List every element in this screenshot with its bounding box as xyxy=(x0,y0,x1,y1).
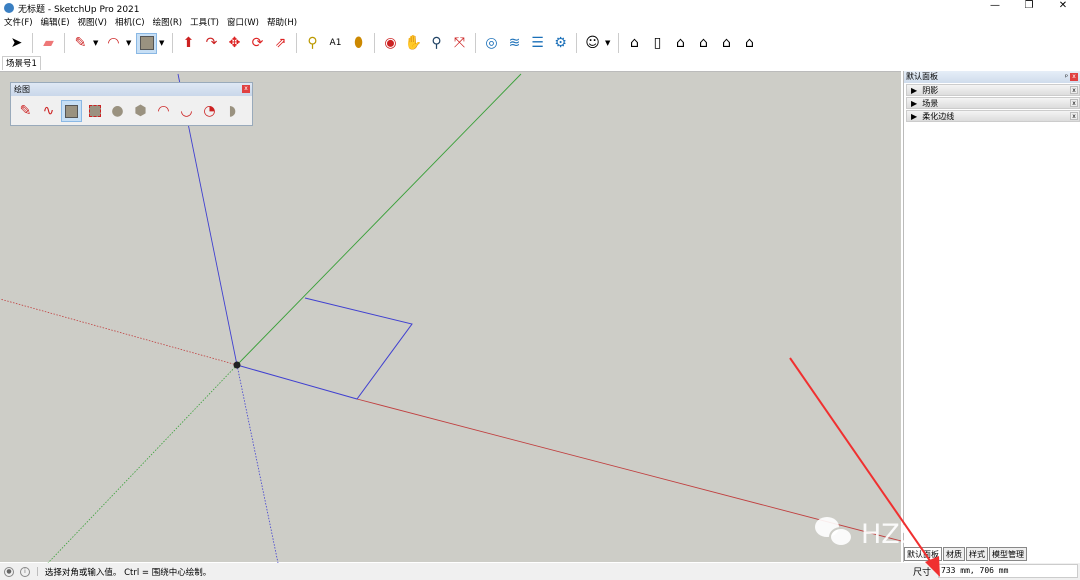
menu-window[interactable]: 窗口(W) xyxy=(227,16,259,30)
push-pull-icon[interactable]: ⬆ xyxy=(178,33,199,54)
scene-tab[interactable]: 场景号1 xyxy=(2,56,41,70)
rectangle-preview xyxy=(236,297,413,400)
title-bar: 无标题 - SketchUp Pro 2021 — ❐ ✕ xyxy=(0,0,1080,16)
menu-bar: 文件(F) 编辑(E) 视图(V) 相机(C) 绘图(R) 工具(T) 窗口(W… xyxy=(0,16,297,30)
polygon-icon[interactable]: ⬢ xyxy=(130,100,151,122)
rotated-rectangle-icon[interactable] xyxy=(84,100,105,122)
chevron-down-icon[interactable]: ▼ xyxy=(605,39,613,47)
measurements-input[interactable]: 733 mm, 706 mm xyxy=(938,564,1078,578)
close-icon[interactable]: x xyxy=(1070,86,1078,94)
pencil-icon[interactable]: ✎ xyxy=(70,33,91,54)
arc-icon[interactable]: ◠ xyxy=(103,33,124,54)
front-view-icon[interactable]: ⌂ xyxy=(670,33,691,54)
origin-point xyxy=(233,361,241,369)
blue-axis-negative xyxy=(236,364,279,563)
window-title: 无标题 - SketchUp Pro 2021 xyxy=(18,4,140,15)
section-label: 阴影 xyxy=(922,86,939,95)
two-point-arc-icon[interactable]: ◡ xyxy=(176,100,197,122)
right-view-icon[interactable]: ⌂ xyxy=(693,33,714,54)
chevron-down-icon[interactable]: ▼ xyxy=(126,39,134,47)
watermark-text: HZS设计研究所 xyxy=(861,519,1052,550)
menu-draw[interactable]: 绘图(R) xyxy=(153,16,183,30)
arc-icon[interactable]: ◠ xyxy=(153,100,174,122)
geo-location-icon[interactable]: ● xyxy=(4,566,14,577)
modeling-viewport[interactable] xyxy=(0,71,901,563)
sketchup-logo-icon xyxy=(4,3,14,13)
pencil-icon[interactable]: ✎ xyxy=(15,100,36,122)
user-account-icon[interactable]: ☺ xyxy=(582,33,603,54)
drawing-toolbar-panel: 绘图 x ✎ ∿ ● ⬢ ◠ ◡ ◔ ◗ xyxy=(10,82,253,126)
paint-bucket-icon[interactable]: ⬮ xyxy=(348,33,369,54)
3d-warehouse-icon[interactable]: ◎ xyxy=(481,33,502,54)
pin-icon[interactable]: ᵖ xyxy=(1065,71,1068,83)
back-view-icon[interactable]: ⌂ xyxy=(716,33,737,54)
wechat-icon xyxy=(815,516,855,547)
eraser-icon[interactable]: ▰ xyxy=(38,33,59,54)
three-point-arc-icon[interactable]: ◔ xyxy=(199,100,220,122)
follow-me-icon[interactable]: ↷ xyxy=(201,33,222,54)
tape-measure-icon[interactable]: ⚲ xyxy=(302,33,323,54)
minimize-button[interactable]: — xyxy=(978,0,1012,11)
layout-icon[interactable]: ☰ xyxy=(527,33,548,54)
rotate-icon[interactable]: ⟳ xyxy=(247,33,268,54)
info-icon[interactable]: i xyxy=(20,566,30,577)
zoom-extents-icon[interactable]: ⤧ xyxy=(449,33,470,54)
close-icon[interactable]: x xyxy=(1070,73,1078,81)
close-icon[interactable]: x xyxy=(1070,99,1078,107)
pan-icon[interactable]: ✋ xyxy=(403,33,424,54)
menu-view[interactable]: 视图(V) xyxy=(78,16,107,30)
move-icon[interactable]: ✥ xyxy=(224,33,245,54)
menu-camera[interactable]: 相机(C) xyxy=(115,16,145,30)
axes-drawing xyxy=(0,73,901,563)
iso-view-icon[interactable]: ⌂ xyxy=(624,33,645,54)
left-view-icon[interactable]: ⌂ xyxy=(739,33,760,54)
panel-title: 绘图 xyxy=(14,85,30,94)
main-toolbar: ➤ ▰ ✎ ▼ ◠ ▼ ▼ ⬆ ↷ ✥ ⟳ ⇗ ⚲ A1 ⬮ ◉ ✋ ⚲ ⤧ ◎ ≋… xyxy=(0,30,1080,56)
menu-edit[interactable]: 编辑(E) xyxy=(41,16,70,30)
tray-section-soften-edges[interactable]: ▶ 柔化边线 x xyxy=(906,110,1080,122)
extension-warehouse-icon[interactable]: ≋ xyxy=(504,33,525,54)
orbit-icon[interactable]: ◉ xyxy=(380,33,401,54)
chevron-down-icon[interactable]: ▼ xyxy=(159,39,167,47)
menu-tools[interactable]: 工具(T) xyxy=(190,16,219,30)
close-button[interactable]: ✕ xyxy=(1046,0,1080,11)
scale-icon[interactable]: ⇗ xyxy=(270,33,291,54)
pie-icon[interactable]: ◗ xyxy=(222,100,243,122)
tray-title: 默认面板 xyxy=(906,72,938,81)
extension-manager-icon[interactable]: ⚙ xyxy=(550,33,571,54)
text-icon[interactable]: A1 xyxy=(325,33,346,54)
tray-section-scenes[interactable]: ▶ 场景 x xyxy=(906,97,1080,109)
maximize-button[interactable]: ❐ xyxy=(1012,0,1046,11)
menu-help[interactable]: 帮助(H) xyxy=(267,16,297,30)
rectangle-icon[interactable] xyxy=(61,100,82,122)
select-icon[interactable]: ➤ xyxy=(6,33,27,54)
top-view-icon[interactable]: ▯ xyxy=(647,33,668,54)
menu-file[interactable]: 文件(F) xyxy=(4,16,33,30)
green-axis xyxy=(236,73,522,366)
zoom-icon[interactable]: ⚲ xyxy=(426,33,447,54)
tray-section-shadows[interactable]: ▶ 阴影 x xyxy=(906,84,1080,96)
circle-icon[interactable]: ● xyxy=(107,100,128,122)
red-axis-negative xyxy=(0,298,238,366)
status-message: 选择对角或输入值。 Ctrl = 围绕中心绘制。 xyxy=(44,567,212,578)
close-icon[interactable]: x xyxy=(1070,112,1078,120)
section-label: 柔化边线 xyxy=(922,112,955,121)
chevron-down-icon[interactable]: ▼ xyxy=(93,39,101,47)
default-tray: 默认面板 ᵖ x ▶ 阴影 x ▶ 场景 x ▶ 柔化边线 x xyxy=(903,71,1080,562)
section-label: 场景 xyxy=(922,99,939,108)
close-icon[interactable]: x xyxy=(242,85,250,93)
measurements-label: 尺寸 xyxy=(913,568,932,578)
freehand-icon[interactable]: ∿ xyxy=(38,100,59,122)
rectangle-icon[interactable] xyxy=(136,32,157,54)
watermark: HZS设计研究所 xyxy=(815,512,1052,551)
green-axis-negative xyxy=(47,364,238,563)
